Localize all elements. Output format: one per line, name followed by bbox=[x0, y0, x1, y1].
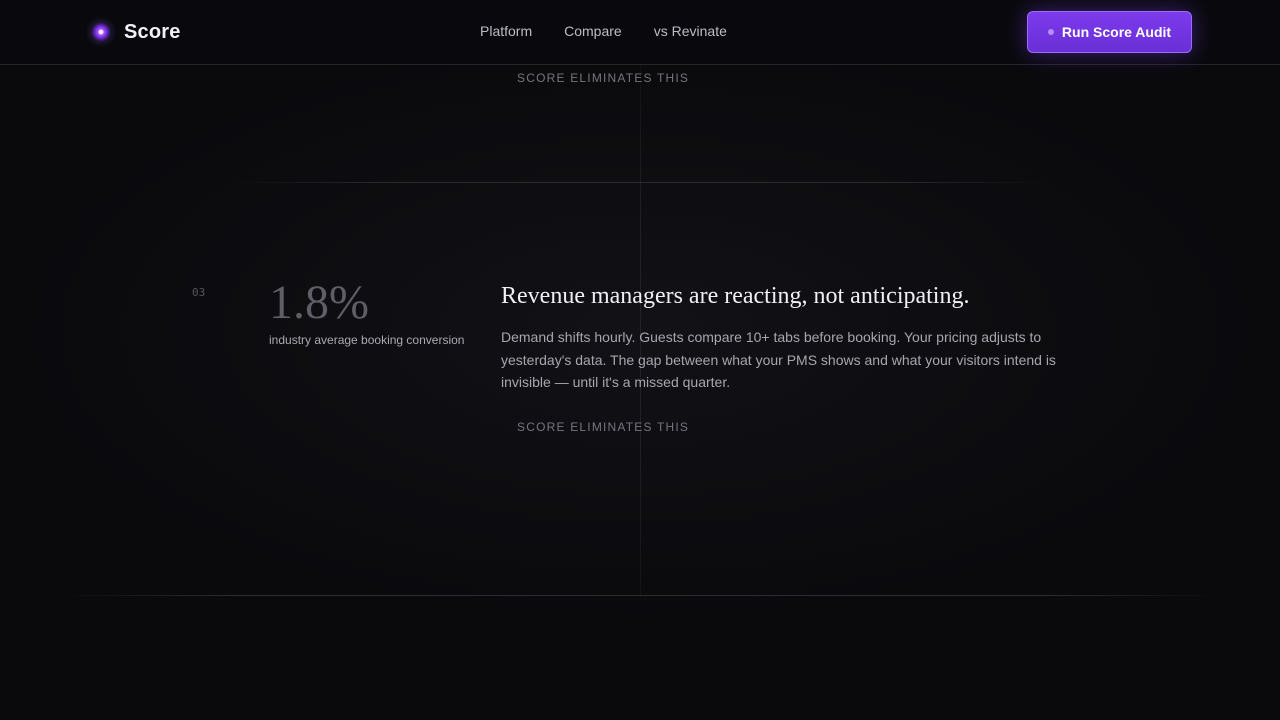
score-eliminates-label-bottom: SCORE ELIMINATES THIS bbox=[517, 420, 690, 434]
problem-index: 03 bbox=[192, 286, 206, 299]
nav-link-vs-revinate[interactable]: vs Revinate bbox=[654, 23, 727, 39]
problem-headline: Revenue managers are reacting, not antic… bbox=[501, 283, 970, 309]
section-divider-bottom bbox=[60, 595, 1220, 596]
brand-logo-link[interactable]: Score bbox=[90, 19, 181, 45]
run-score-audit-button[interactable]: Run Score Audit bbox=[1027, 11, 1192, 53]
stat-label: industry average booking conversion bbox=[269, 333, 465, 347]
section-divider-top bbox=[230, 182, 1050, 183]
stat-value: 1.8% bbox=[269, 276, 369, 329]
page: Score Platform Compare vs Revinate Run S… bbox=[0, 0, 1280, 720]
run-score-audit-label: Run Score Audit bbox=[1061, 24, 1172, 40]
top-navigation-bar: Score Platform Compare vs Revinate Run S… bbox=[0, 0, 1280, 65]
nav-link-platform[interactable]: Platform bbox=[480, 23, 532, 39]
brand-name: Score bbox=[124, 20, 181, 43]
problem-description: Demand shifts hourly. Guests compare 10+… bbox=[501, 329, 1056, 390]
nav-link-compare[interactable]: Compare bbox=[564, 23, 622, 39]
score-eliminates-label-top: SCORE ELIMINATES THIS bbox=[517, 71, 690, 85]
main-nav: Platform Compare vs Revinate bbox=[480, 23, 727, 39]
orb-logo-icon bbox=[90, 21, 112, 43]
dot-icon bbox=[1047, 29, 1054, 35]
